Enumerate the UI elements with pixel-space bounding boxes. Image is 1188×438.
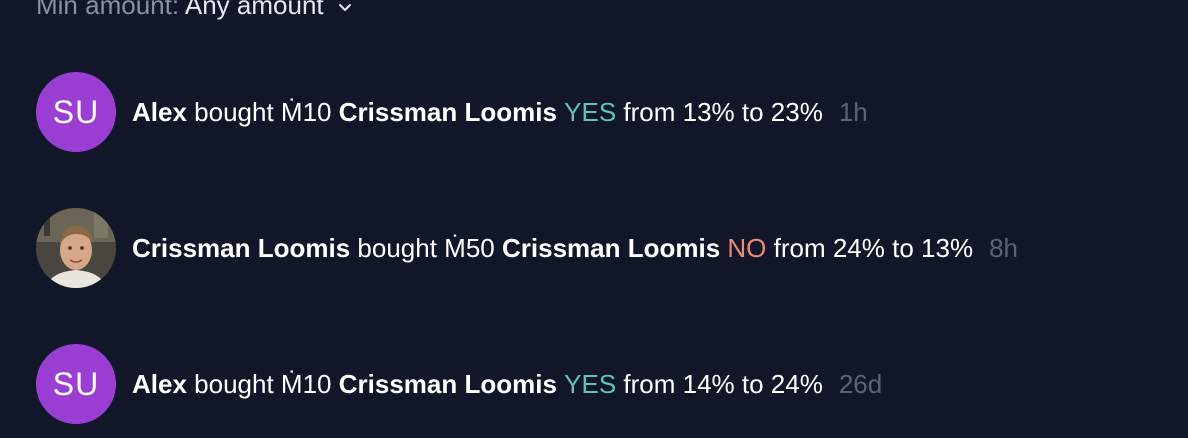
avatar-initials: SU [52,93,100,130]
probability-change: from 14% to 24% [623,368,823,399]
bet-row: SU Alex bought Ṁ10 Crissman Loomis YES f… [36,344,882,424]
bet-description: Alex bought Ṁ10 Crissman Loomis YES from… [132,97,868,128]
bet-time: 1h [838,96,868,127]
probability-change: from 24% to 13% [773,232,974,263]
min-amount-filter[interactable]: Min amount: Any amount [36,0,353,20]
bet-amount: Ṁ50 [444,232,495,263]
bettor-name[interactable]: Crissman Loomis [132,233,350,264]
bet-time: 26d [838,368,883,399]
avatar[interactable] [36,208,116,288]
bet-description: Crissman Loomis bought Ṁ50 Crissman Loom… [132,233,1018,264]
bet-outcome: YES [564,368,617,399]
market-name[interactable]: Crissman Loomis [339,369,557,400]
bettor-name[interactable]: Alex [132,97,187,128]
bet-description: Alex bought Ṁ10 Crissman Loomis YES from… [132,369,882,400]
user-photo-avatar [36,208,116,288]
probability-change: from 13% to 23% [623,96,823,127]
avatar-initials: SU [52,365,100,402]
avatar[interactable]: SU [36,344,116,424]
bet-outcome: NO [727,232,767,263]
bet-verb: bought [194,96,274,127]
bet-amount: Ṁ10 [280,96,332,127]
bet-amount: Ṁ10 [280,368,332,399]
min-amount-label: Min amount: [36,0,180,20]
chevron-down-icon[interactable] [337,0,353,15]
market-name[interactable]: Crissman Loomis [339,97,557,128]
bet-outcome: YES [564,96,617,127]
bettor-name[interactable]: Alex [132,369,187,400]
market-name[interactable]: Crissman Loomis [502,233,720,264]
bet-row: Crissman Loomis bought Ṁ50 Crissman Loom… [36,208,1018,288]
bet-time: 8h [989,232,1018,263]
min-amount-value[interactable]: Any amount [185,0,324,20]
avatar[interactable]: SU [36,72,116,152]
bet-verb: bought [194,368,274,399]
bet-row: SU Alex bought Ṁ10 Crissman Loomis YES f… [36,72,868,152]
bet-verb: bought [357,232,437,263]
